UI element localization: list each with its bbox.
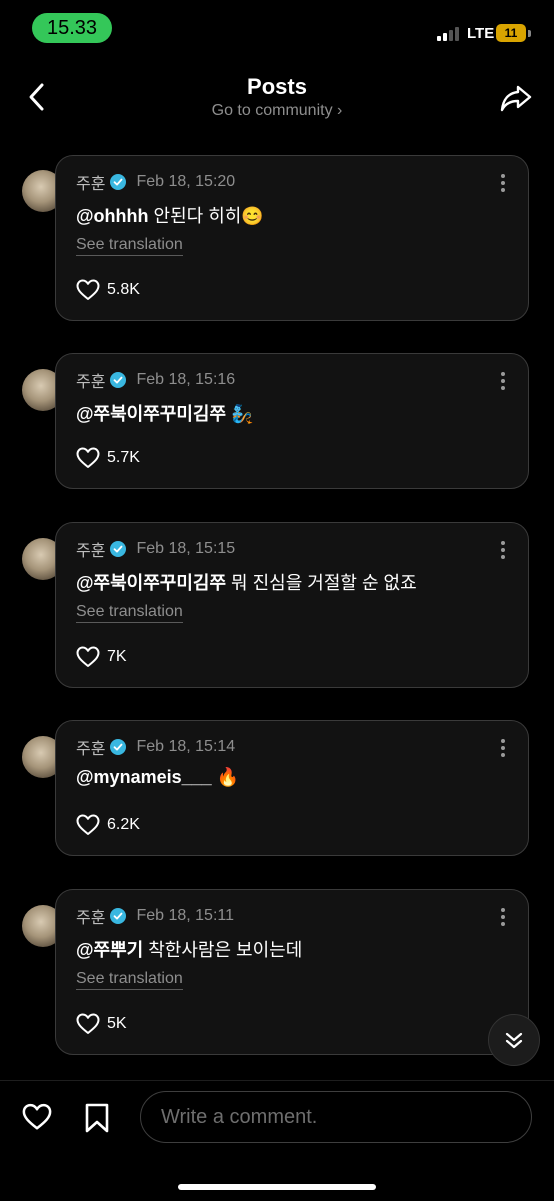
post-card: 주훈 Feb 18, 15:11 @쭈뿌기 착한사람은 보이는데 See tra… [55,889,529,1055]
post-body: 뭐 진심을 거절할 순 없죠 [226,573,417,593]
mention-link[interactable]: @쭈북이쭈꾸미김쭈 [76,573,226,593]
comment-input[interactable] [140,1091,532,1143]
network-type: LTE [467,25,495,42]
mention-link[interactable]: @쭈북이쭈꾸미김쭈 [76,404,226,424]
scroll-down-button[interactable] [488,1014,540,1066]
like-count: 6.2K [107,816,140,833]
verified-badge-icon [110,739,127,755]
heart-outline-icon [76,447,100,468]
more-vertical-icon[interactable] [500,739,506,759]
post-text: @쭈북이쭈꾸미김쭈 뭐 진심을 거절할 순 없죠 [76,569,417,595]
share-arrow-icon [500,85,532,112]
share-button[interactable] [498,80,534,116]
author-name[interactable]: 주훈 [76,170,105,194]
post-card: 주훈 Feb 18, 15:16 @쭈북이쭈꾸미김쭈 🧞 5.7K [55,353,529,489]
author-name[interactable]: 주훈 [76,368,105,392]
like-button[interactable]: 6.2K [76,814,140,836]
post-date: Feb 18, 15:11 [136,907,235,924]
header: Posts Go to community › [0,60,554,140]
like-button[interactable]: 7K [76,646,127,668]
save-post-button[interactable] [84,1103,110,1133]
mention-link[interactable]: @쭈뿌기 [76,940,143,960]
post-body: 🧞 [226,404,254,424]
verified-badge-icon [110,174,127,190]
more-vertical-icon[interactable] [500,174,506,194]
bookmark-outline-icon [85,1103,109,1133]
heart-outline-icon [22,1103,52,1130]
post-date: Feb 18, 15:16 [136,371,236,388]
home-indicator[interactable] [178,1184,376,1190]
battery-level: 11 [504,26,518,40]
post-author: 주훈 Feb 18, 15:16 [76,369,235,391]
signal-icon [437,26,463,41]
post-body: 🔥 [211,767,240,787]
like-count: 7K [107,648,127,665]
mention-link[interactable]: @ohhhh [76,206,149,226]
post-author: 주훈 Feb 18, 15:20 [76,171,235,193]
post-date: Feb 18, 15:14 [136,738,236,755]
author-name[interactable]: 주훈 [76,537,105,561]
see-translation-link[interactable]: See translation [76,603,183,623]
verified-badge-icon [110,541,127,557]
heart-outline-icon [76,646,100,667]
post-author: 주훈 Feb 18, 15:14 [76,736,235,758]
battery-icon: 11 [496,24,526,42]
post-author: 주훈 Feb 18, 15:15 [76,538,235,560]
like-post-button[interactable] [22,1103,52,1131]
double-chevron-down-icon [505,1032,523,1049]
post-text: @mynameis___ 🔥 [76,767,239,788]
post-body: 안된다 히히😊 [148,206,264,226]
like-button[interactable]: 5.7K [76,447,140,469]
post-body: 착한사람은 보이는데 [143,940,303,960]
status-bar: 15.33 LTE 11 [0,0,554,60]
more-vertical-icon[interactable] [500,541,506,561]
like-count: 5.8K [107,281,140,298]
heart-outline-icon [76,1013,100,1034]
post-card: 주훈 Feb 18, 15:15 @쭈북이쭈꾸미김쭈 뭐 진심을 거절할 순 없… [55,522,529,688]
post-text: @ohhhh 안된다 히히😊 [76,202,264,228]
page-title: Posts [247,74,307,99]
post-author: 주훈 Feb 18, 15:11 [76,905,234,927]
post-text: @쭈북이쭈꾸미김쭈 🧞 [76,400,253,426]
post-text: @쭈뿌기 착한사람은 보이는데 [76,936,302,962]
verified-badge-icon [110,372,127,388]
like-count: 5.7K [107,449,140,466]
like-button[interactable]: 5.8K [76,279,140,301]
post-date: Feb 18, 15:15 [136,540,236,557]
battery-cap [528,30,531,37]
author-name[interactable]: 주훈 [76,735,105,759]
post-card: 주훈 Feb 18, 15:14 @mynameis___ 🔥 6.2K [55,720,529,856]
post-card: 주훈 Feb 18, 15:20 @ohhhh 안된다 히히😊 See tran… [55,155,529,321]
author-name[interactable]: 주훈 [76,904,105,928]
post-date: Feb 18, 15:20 [136,173,236,190]
more-vertical-icon[interactable] [500,372,506,392]
heart-outline-icon [76,814,100,835]
mention-link[interactable]: @mynameis___ [76,767,212,787]
status-time: 15.33 [32,13,112,43]
bottom-bar [0,1080,554,1201]
like-button[interactable]: 5K [76,1013,127,1035]
go-to-community-link[interactable]: Go to community › [0,102,554,120]
heart-outline-icon [76,279,100,300]
like-count: 5K [107,1015,127,1032]
see-translation-link[interactable]: See translation [76,236,183,256]
see-translation-link[interactable]: See translation [76,970,183,990]
more-vertical-icon[interactable] [500,908,506,928]
verified-badge-icon [110,908,127,924]
